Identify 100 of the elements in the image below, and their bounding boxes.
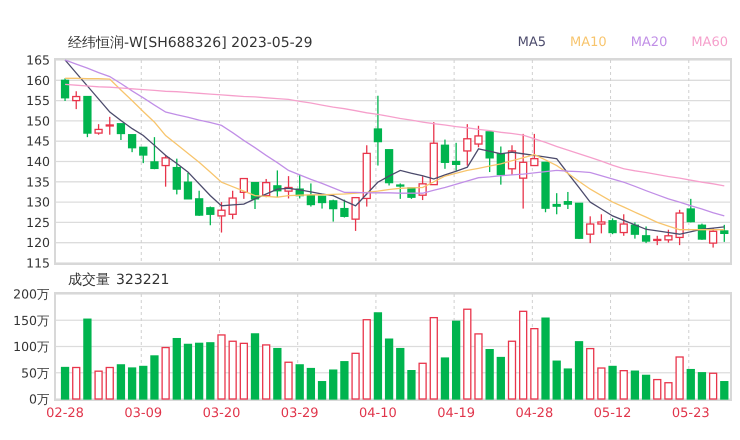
volume-bar — [273, 348, 282, 400]
candlestick — [139, 146, 148, 164]
candlestick — [184, 172, 192, 200]
candlestick — [128, 134, 136, 152]
axis-label: 135 — [26, 174, 50, 190]
candlestick — [430, 122, 438, 186]
candlestick — [620, 214, 628, 236]
candlestick — [608, 218, 617, 234]
volume-bar — [653, 378, 662, 400]
candlestick — [172, 158, 181, 194]
volume-bar — [720, 381, 728, 400]
candlestick — [194, 190, 204, 216]
volume-bar — [686, 368, 695, 400]
volume-bar — [240, 342, 248, 400]
candlestick — [60, 78, 70, 101]
candlestick — [83, 96, 92, 138]
candlestick — [384, 149, 394, 186]
volume-bar — [106, 366, 114, 400]
volume-bar — [150, 355, 159, 400]
candlestick — [329, 200, 338, 222]
volume-bar — [262, 344, 270, 400]
candlestick — [228, 190, 237, 220]
axis-label: 120 — [26, 235, 50, 250]
candlestick — [452, 142, 460, 170]
axis-label: 50万 — [21, 365, 50, 380]
candlestick — [720, 224, 728, 242]
volume-bar — [474, 333, 483, 400]
candlestick — [664, 230, 673, 243]
candlestick — [597, 214, 606, 234]
volume-bar — [418, 362, 427, 400]
candlestick — [552, 193, 561, 214]
axis-label: 165 — [26, 52, 50, 68]
candlestick — [150, 137, 159, 170]
volume-bar — [508, 340, 516, 400]
candlestick — [340, 200, 349, 218]
candlestick — [262, 178, 270, 198]
date-label: 03-20 — [202, 406, 240, 421]
volume-bar — [184, 344, 192, 400]
volume-bar — [642, 374, 650, 400]
axis-label: 145 — [26, 134, 50, 149]
volume-bar — [630, 370, 640, 400]
volume-bar — [94, 370, 103, 400]
volume-bar — [139, 366, 148, 400]
volume-bar — [486, 349, 494, 400]
candlestick — [351, 196, 360, 231]
volume-bar — [284, 362, 293, 400]
candlestick — [296, 174, 304, 198]
candlestick — [306, 183, 316, 207]
candlestick — [116, 123, 126, 140]
chart-title: 经纬恒润-W[SH688326] 2023-05-29 — [68, 34, 314, 52]
axis-label: 150 — [26, 113, 50, 128]
candlestick — [508, 145, 516, 174]
candlestick — [630, 222, 640, 239]
volume-bar — [161, 346, 170, 400]
volume-bar — [496, 356, 505, 400]
candlestick — [418, 176, 427, 200]
candlestick — [362, 145, 371, 207]
date-label: 05-23 — [672, 406, 710, 421]
candlestick — [574, 202, 584, 240]
axis-label: 150万 — [13, 312, 50, 328]
volume-bar — [128, 367, 136, 400]
volume-bar — [296, 364, 304, 400]
volume-bar — [664, 382, 673, 400]
volume-label: 成交量 — [68, 271, 110, 289]
date-label: 04-19 — [437, 406, 476, 421]
date-label: 04-10 — [359, 406, 397, 421]
candlestick — [318, 196, 326, 209]
volume-bar — [60, 366, 70, 400]
candlestick — [94, 124, 103, 135]
volume-bar — [396, 348, 404, 400]
volume-bar — [530, 328, 538, 400]
axis-label: 160 — [26, 72, 50, 88]
volume-value: 323221 — [116, 271, 170, 289]
axis-label: 155 — [26, 93, 50, 108]
candlestick — [564, 192, 572, 209]
volume-bar — [351, 352, 360, 400]
candlestick — [161, 155, 170, 187]
candlestick — [374, 96, 382, 166]
axis-label: 100万 — [13, 339, 50, 354]
axis-label: 0万 — [29, 392, 50, 406]
volume-bar — [675, 356, 684, 400]
candlestick — [206, 206, 214, 226]
candlestick — [250, 182, 260, 209]
volume-bar — [586, 348, 594, 400]
candlestick — [240, 178, 248, 199]
volume-bar — [72, 366, 80, 400]
volume-bar — [440, 357, 450, 400]
candlestick — [496, 146, 505, 185]
volume-bar — [407, 370, 416, 400]
volume-bar — [206, 342, 214, 400]
volume-bar — [574, 341, 584, 400]
date-label: 03-09 — [124, 406, 162, 421]
axis-label: 115 — [26, 256, 50, 270]
volume-bar — [228, 340, 237, 400]
candlestick — [530, 134, 538, 166]
volume-bar — [698, 372, 706, 400]
candlestick — [284, 176, 293, 198]
candlestick — [586, 216, 594, 244]
volume-bar — [708, 372, 718, 400]
volume-bar — [608, 366, 617, 400]
